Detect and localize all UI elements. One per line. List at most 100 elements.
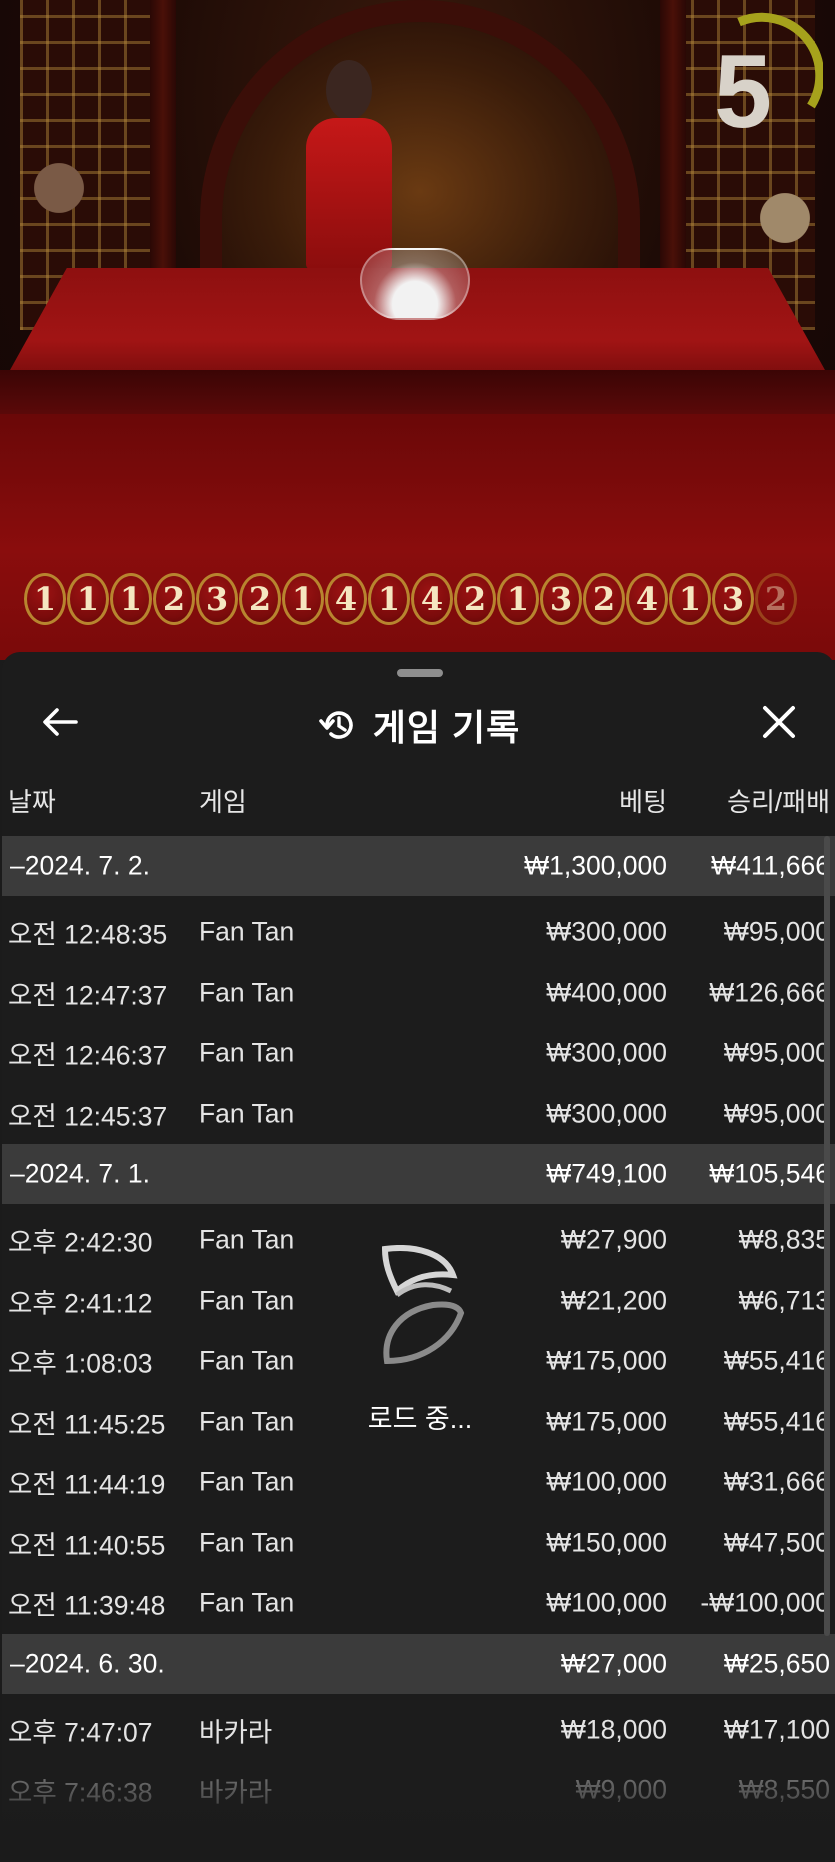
loading-text: 로드 중...	[367, 1404, 473, 1434]
road-result-ball: 1	[110, 573, 152, 625]
results-road: 111232141421324132	[24, 573, 824, 625]
game-table-edge	[0, 370, 835, 414]
road-result-ball: 2	[239, 573, 281, 625]
round-bet: ₩27,900	[560, 1224, 667, 1255]
history-row[interactable]: 오전 11:44:19 Fan Tan ₩100,000 ₩31,666	[2, 1452, 835, 1513]
road-result-ball: 1	[24, 573, 66, 625]
round-time: 오전 11:40:55	[8, 1530, 166, 1561]
arrow-left-icon	[43, 708, 78, 736]
group-winloss-total: ₩25,650	[723, 1648, 830, 1678]
road-result-ball: 3	[196, 573, 238, 625]
countdown-timer: 5	[714, 34, 772, 150]
scrollbar[interactable]	[824, 836, 830, 1636]
road-result-ball: 2	[755, 573, 797, 625]
round-winloss: ₩95,000	[723, 1098, 830, 1129]
group-winloss-total: ₩411,666	[711, 850, 830, 881]
sheet-title: 게임 기록	[372, 707, 521, 748]
road-result-ball: 1	[282, 573, 324, 625]
history-row[interactable]: 오전 12:47:37 Fan Tan ₩400,000 ₩126,666	[2, 963, 835, 1024]
round-time: 오후 7:47:07	[8, 1717, 153, 1748]
round-winloss: -₩100,000	[700, 1587, 830, 1618]
history-row[interactable]: 오전 11:40:55 Fan Tan ₩150,000 ₩47,500	[2, 1513, 835, 1574]
close-button[interactable]	[757, 700, 801, 744]
round-time: 오전 11:39:48	[8, 1590, 166, 1621]
round-game: Fan Tan	[199, 1345, 295, 1376]
group-bet-total: ₩749,100	[546, 1158, 667, 1189]
history-row[interactable]: 오후 7:47:07 바카라 ₩18,000 ₩17,100	[2, 1700, 835, 1761]
round-winloss: ₩31,666	[723, 1466, 830, 1497]
road-result-ball: 1	[67, 573, 109, 625]
round-bet: ₩100,000	[546, 1466, 667, 1497]
road-result-ball: 1	[497, 573, 539, 625]
history-row[interactable]: 오전 12:46:37 Fan Tan ₩300,000 ₩95,000	[2, 1023, 835, 1084]
round-time: 오전 11:44:19	[8, 1469, 166, 1500]
round-game: 바카라	[199, 1717, 273, 1748]
sheet-drag-handle[interactable]	[397, 669, 443, 677]
road-result-ball: 3	[540, 573, 582, 625]
round-bet: ₩300,000	[546, 916, 667, 947]
round-bet: ₩150,000	[546, 1527, 667, 1558]
round-bet: ₩400,000	[546, 977, 667, 1008]
column-header-game[interactable]: 게임	[199, 782, 247, 819]
road-result-ball: 3	[712, 573, 754, 625]
road-result-ball: 4	[411, 573, 453, 625]
group-date: –2024. 7. 1.	[10, 1158, 150, 1189]
round-game: Fan Tan	[199, 1406, 295, 1437]
history-row[interactable]: 오전 12:45:37 Fan Tan ₩300,000 ₩95,000	[2, 1084, 835, 1145]
title-group: 게임 기록	[2, 692, 835, 758]
round-winloss: ₩8,835	[738, 1224, 830, 1255]
round-time: 오전 12:46:37	[8, 1040, 168, 1071]
round-winloss: ₩126,666	[709, 977, 830, 1008]
road-result-ball: 1	[368, 573, 410, 625]
date-group-row[interactable]: –2024. 7. 1. ₩749,100 ₩105,546	[2, 1144, 835, 1204]
live-video-stage: 5 111232141421324132	[0, 0, 835, 660]
round-winloss: ₩95,000	[723, 1037, 830, 1068]
round-winloss: ₩95,000	[723, 916, 830, 947]
round-game: Fan Tan	[199, 1587, 295, 1618]
back-button[interactable]	[38, 700, 82, 744]
road-result-ball: 2	[583, 573, 625, 625]
round-time: 오후 2:42:30	[8, 1227, 153, 1258]
bottom-fade	[0, 1780, 835, 1862]
column-header-winloss[interactable]: 승리/패배	[727, 782, 830, 819]
round-game: Fan Tan	[199, 977, 295, 1008]
date-group-row[interactable]: –2024. 6. 30. ₩27,000 ₩25,650	[2, 1633, 835, 1694]
round-time: 오전 11:45:25	[8, 1409, 166, 1440]
sheet-header: 게임 기록	[2, 692, 835, 758]
round-bet: ₩300,000	[546, 1037, 667, 1068]
column-header-bet[interactable]: 베팅	[619, 782, 667, 819]
round-time: 오전 12:47:37	[8, 980, 168, 1011]
road-result-ball: 4	[325, 573, 367, 625]
round-game: Fan Tan	[199, 916, 295, 947]
loading-indicator: 로드 중...	[355, 1245, 485, 1434]
round-bet: ₩21,200	[560, 1285, 667, 1316]
round-bet: ₩300,000	[546, 1098, 667, 1129]
round-game: Fan Tan	[199, 1037, 295, 1068]
round-winloss: ₩55,416	[723, 1345, 830, 1376]
round-time: 오전 12:48:35	[8, 919, 168, 950]
round-time: 오후 2:41:12	[8, 1288, 153, 1319]
loading-spinner-icon	[381, 1245, 465, 1365]
dealer	[298, 60, 398, 270]
round-winloss: ₩17,100	[723, 1714, 830, 1745]
road-result-ball: 2	[454, 573, 496, 625]
road-result-ball: 2	[153, 573, 195, 625]
history-row[interactable]: 오전 12:48:35 Fan Tan ₩300,000 ₩95,000	[2, 902, 835, 963]
bead-bowl	[360, 248, 470, 320]
close-icon	[763, 706, 795, 738]
history-row[interactable]: 오전 11:39:48 Fan Tan ₩100,000 -₩100,000	[2, 1573, 835, 1634]
round-time: 오전 12:45:37	[8, 1101, 168, 1132]
round-bet: ₩175,000	[546, 1345, 667, 1376]
group-bet-total: ₩1,300,000	[524, 850, 667, 881]
round-winloss: ₩6,713	[738, 1285, 830, 1316]
round-bet: ₩175,000	[546, 1406, 667, 1437]
round-game: Fan Tan	[199, 1285, 295, 1316]
column-header-date[interactable]: 날짜	[8, 782, 56, 819]
group-winloss-total: ₩105,546	[709, 1158, 830, 1189]
round-game: Fan Tan	[199, 1224, 295, 1255]
history-icon	[317, 704, 359, 746]
date-group-row[interactable]: –2024. 7. 2. ₩1,300,000 ₩411,666	[2, 836, 835, 896]
round-time: 오후 1:08:03	[8, 1348, 153, 1379]
round-winloss: ₩47,500	[723, 1527, 830, 1558]
round-game: Fan Tan	[199, 1098, 295, 1129]
